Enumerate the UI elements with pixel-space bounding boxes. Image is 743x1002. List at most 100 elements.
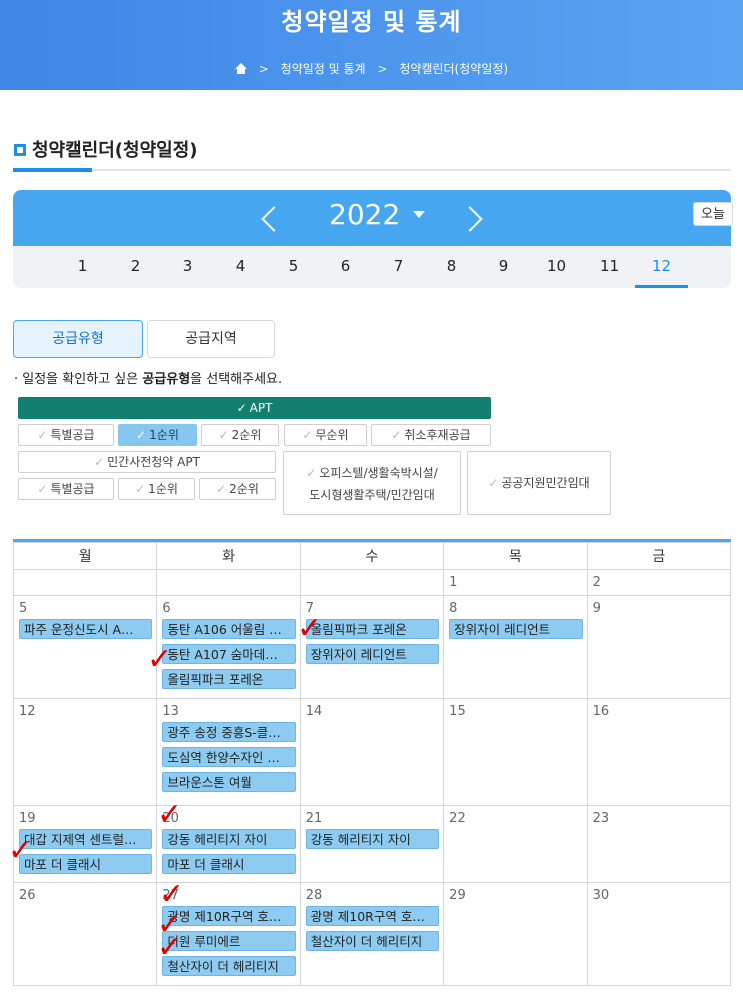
filter-pre-sale-apt[interactable]: ✓ 민간사전청약 APT <box>18 451 276 473</box>
home-icon[interactable] <box>234 63 247 74</box>
page-hero: 청약일정 및 통계 > 청약일정 및 통계 > 청약캘린더(청약일정) <box>0 0 743 90</box>
schedule-event[interactable]: 마포 더 클래시 <box>19 854 153 874</box>
filter-officetel[interactable]: ✓ 오피스텔/생활숙박시설/도시형생활주택/민간임대 <box>283 451 461 515</box>
schedule-event[interactable]: 강동 헤리티지 자이 <box>162 829 296 849</box>
calendar-day-cell: 19 대갑 지제역 센트럴… 마포 더 클래시 <box>12 805 158 883</box>
filter-no-rank[interactable]: ✓ 무순위 <box>284 424 367 446</box>
day-number: 19 <box>19 811 36 826</box>
day-number: 5 <box>19 601 28 616</box>
check-icon: ✓ <box>391 428 402 442</box>
breadcrumb: > 청약일정 및 통계 > 청약캘린더(청약일정) <box>0 60 743 77</box>
calendar-day-cell: 30 <box>586 882 732 986</box>
caret-down-icon[interactable] <box>413 211 425 218</box>
filter-pre-second[interactable]: ✓ 2순위 <box>199 478 276 500</box>
today-button[interactable]: 오늘 <box>693 202 733 226</box>
schedule-event[interactable]: 광명 제10R구역 호… <box>305 906 440 926</box>
instruction-prefix: · 일정을 확인하고 싶은 <box>14 372 143 387</box>
weekday-header: 월 <box>12 542 158 570</box>
schedule-event[interactable]: 철산자이 더 헤리티지 <box>305 931 440 951</box>
calendar-day-cell: 27 광명 제10R구역 호… 더원 루미에르 철산자이 더 헤리티지 <box>156 882 301 986</box>
schedule-event[interactable]: 브라운스톤 여월 <box>162 772 296 792</box>
schedule-event[interactable]: 광주 송정 중흥S-클… <box>162 722 296 742</box>
calendar-day-cell: 8 장위자이 레디언트 <box>443 595 588 699</box>
day-number: 23 <box>592 811 610 826</box>
schedule-event[interactable]: 동탄 A107 숨마데… <box>162 644 296 664</box>
month-tab-12[interactable]: 12 <box>635 246 688 288</box>
month-tab-6[interactable]: 6 <box>319 246 372 288</box>
check-icon: ✓ <box>136 428 147 442</box>
day-number: 15 <box>449 704 466 719</box>
schedule-event[interactable]: 도심역 한양수자인 … <box>162 747 296 767</box>
filter-special-supply[interactable]: ✓ 특별공급 <box>18 424 114 446</box>
schedule-event[interactable]: 장위자이 레디언트 <box>449 619 583 639</box>
instruction-text: · 일정을 확인하고 싶은 공급유형을 선택해주세요. <box>14 368 282 387</box>
calendar-day-cell: 2 <box>586 569 732 596</box>
month-tab-3[interactable]: 3 <box>161 246 214 288</box>
day-number: 2 <box>592 575 601 590</box>
check-icon: ✓ <box>216 482 227 496</box>
tab-supply-type[interactable]: 공급유형 <box>13 320 143 358</box>
schedule-event[interactable]: 철산자이 더 헤리티지 <box>162 956 296 976</box>
calendar-day-cell: 15 <box>443 698 588 806</box>
check-icon: ✓ <box>236 401 247 415</box>
day-number <box>19 573 152 593</box>
filter-label: 특별공급 <box>50 428 95 442</box>
year-navigation: 2022 오늘 <box>13 190 733 246</box>
month-tab-7[interactable]: 7 <box>372 246 425 288</box>
calendar-day-cell: 1 <box>443 569 588 596</box>
calendar-day-cell: 21 강동 헤리티지 자이 <box>299 805 445 883</box>
day-number: 8 <box>449 601 458 616</box>
filter-label: 공공지원민간임대 <box>501 476 590 490</box>
check-icon: ✓ <box>94 455 105 469</box>
schedule-event[interactable]: 더원 루미에르 <box>162 931 296 951</box>
month-tabs: 1 2 3 4 5 6 7 8 9 10 11 12 <box>13 246 731 288</box>
day-number: 20 <box>162 811 179 826</box>
filter-pre-special[interactable]: ✓ 특별공급 <box>18 478 114 500</box>
day-number: 29 <box>449 888 466 903</box>
month-tab-11[interactable]: 11 <box>583 246 636 288</box>
month-tab-9[interactable]: 9 <box>477 246 530 288</box>
schedule-event[interactable]: 동탄 A106 어울림 … <box>162 619 296 639</box>
day-number: 22 <box>449 811 466 826</box>
filter-first-rank[interactable]: ✓ 1순위 <box>118 424 197 446</box>
month-tab-8[interactable]: 8 <box>425 246 478 288</box>
schedule-event[interactable]: 대갑 지제역 센트럴… <box>19 829 153 849</box>
month-tab-1[interactable]: 1 <box>56 246 109 288</box>
calendar-week-row: 26 27 광명 제10R구역 호… 더원 루미에르 철산자이 더 헤리티지 28 광명 제… <box>12 882 732 986</box>
calendar-day-cell <box>12 569 158 596</box>
breadcrumb-item-calendar[interactable]: 청약캘린더(청약일정) <box>399 60 508 77</box>
month-tab-5[interactable]: 5 <box>267 246 320 288</box>
tab-supply-region[interactable]: 공급지역 <box>147 320 275 358</box>
schedule-event[interactable]: 광명 제10R구역 호… <box>162 906 296 926</box>
calendar-day-cell <box>156 569 301 596</box>
schedule-event[interactable]: 장위자이 레디언트 <box>305 644 440 664</box>
schedule-event[interactable]: 올림픽파크 포레온 <box>162 669 296 689</box>
schedule-event[interactable]: 마포 더 클래시 <box>162 854 296 874</box>
schedule-event[interactable]: 파주 운정신도시 A… <box>19 619 153 639</box>
filter-label: 무순위 <box>315 428 349 442</box>
year-select[interactable]: 2022 <box>329 198 400 231</box>
square-bullet-icon <box>14 144 26 156</box>
divider-accent <box>13 168 92 172</box>
month-tab-2[interactable]: 2 <box>109 246 162 288</box>
filter-public-rental[interactable]: ✓ 공공지원민간임대 <box>467 451 611 515</box>
schedule-event[interactable]: 올림픽파크 포레온 <box>305 619 440 639</box>
prev-year-icon[interactable] <box>261 206 287 232</box>
next-year-icon[interactable] <box>457 206 483 232</box>
breadcrumb-item-schedule-stats[interactable]: 청약일정 및 통계 <box>281 60 366 77</box>
check-icon: ✓ <box>488 476 499 490</box>
calendar-day-cell <box>299 569 445 596</box>
breadcrumb-separator: > <box>377 61 388 76</box>
month-tab-10[interactable]: 10 <box>530 246 583 288</box>
filter-apt[interactable]: ✓ APT <box>18 397 491 419</box>
filter-pre-first[interactable]: ✓ 1순위 <box>118 478 195 500</box>
calendar-day-cell: 9 <box>586 595 732 699</box>
filter-second-rank[interactable]: ✓ 2순위 <box>201 424 279 446</box>
schedule-event[interactable]: 강동 헤리티지 자이 <box>305 829 440 849</box>
page-title: 청약일정 및 통계 <box>281 8 462 36</box>
month-tab-4[interactable]: 4 <box>214 246 267 288</box>
filter-cancel-resupply[interactable]: ✓ 취소후재공급 <box>371 424 491 446</box>
day-number: 28 <box>305 888 323 903</box>
calendar-week-row: 12 <box>12 569 732 596</box>
day-number: 13 <box>162 704 179 719</box>
